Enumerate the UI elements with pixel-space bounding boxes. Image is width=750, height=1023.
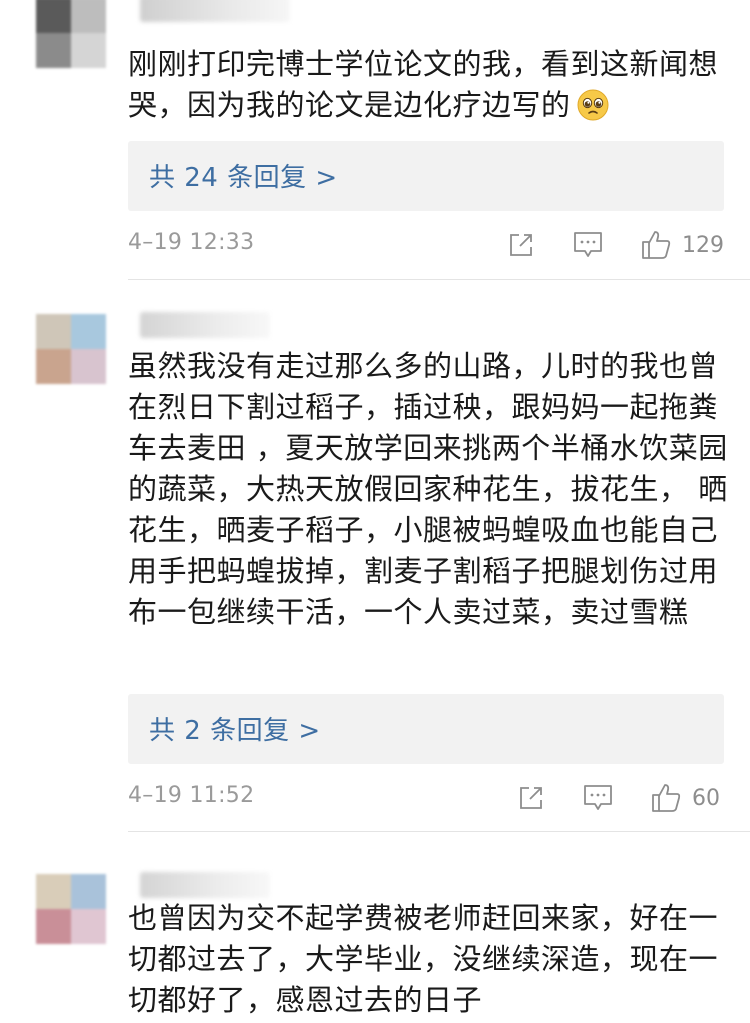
view-replies-button[interactable]: 共 24 条回复 > (128, 141, 724, 211)
comment-icon (584, 785, 612, 810)
comment-body: 刚刚打印完博士学位论文的我，看到这新闻想哭，因为我的论文是边化疗边写的 (128, 47, 719, 122)
like-count: 129 (682, 232, 724, 258)
reply-comment-button[interactable] (572, 227, 604, 263)
username-blurred[interactable] (140, 872, 270, 898)
username-blurred[interactable] (140, 0, 290, 22)
comment-text: 刚刚打印完博士学位论文的我，看到这新闻想哭，因为我的论文是边化疗边写的 (128, 44, 728, 126)
comment-meta: 4–19 12:33 129 (128, 227, 724, 263)
like-button[interactable]: 60 (650, 780, 720, 816)
share-button[interactable] (506, 227, 536, 263)
avatar[interactable] (36, 874, 106, 944)
comment-list: 刚刚打印完博士学位论文的我，看到这新闻想哭，因为我的论文是边化疗边写的 共 24… (0, 0, 750, 1023)
avatar[interactable] (36, 314, 106, 384)
thumbs-up-icon (652, 784, 681, 812)
comment-text: 也曾因为交不起学费被老师赶回来家，好在一切都过去了，大学毕业，没继续深造，现在一… (128, 898, 728, 1021)
comment-item: 也曾因为交不起学费被老师赶回来家，好在一切都过去了，大学毕业，没继续深造，现在一… (0, 832, 750, 1023)
comment-meta: 4–19 11:52 60 (128, 780, 724, 816)
avatar[interactable] (36, 0, 106, 68)
comment-icon (574, 232, 602, 257)
comment-body: 虽然我没有走过那么多的山路，儿时的我也曾在烈日下割过稻子，插过秧，跟妈妈一起拖粪… (128, 349, 728, 629)
share-icon (510, 234, 532, 256)
reply-comment-button[interactable] (582, 780, 614, 816)
view-replies-label[interactable]: 共 2 条回复 > (149, 710, 321, 747)
comment-item: 刚刚打印完博士学位论文的我，看到这新闻想哭，因为我的论文是边化疗边写的 共 24… (0, 0, 750, 280)
thumbs-up-icon (642, 231, 671, 259)
share-icon (520, 787, 542, 809)
comment-timestamp: 4–19 11:52 (128, 783, 255, 808)
pleading-face-emoji (577, 89, 609, 121)
username-blurred[interactable] (140, 312, 270, 338)
comment-timestamp: 4–19 12:33 (128, 230, 255, 255)
view-replies-button[interactable]: 共 2 条回复 > (128, 694, 724, 764)
view-replies-label[interactable]: 共 24 条回复 > (149, 157, 338, 194)
share-button[interactable] (516, 780, 546, 816)
comment-body: 也曾因为交不起学费被老师赶回来家，好在一切都过去了，大学毕业，没继续深造，现在一… (128, 901, 719, 1017)
comment-text: 虽然我没有走过那么多的山路，儿时的我也曾在烈日下割过稻子，插过秧，跟妈妈一起拖粪… (128, 346, 728, 633)
comment-item: 虽然我没有走过那么多的山路，儿时的我也曾在烈日下割过稻子，插过秧，跟妈妈一起拖粪… (0, 280, 750, 832)
like-count: 60 (692, 785, 720, 811)
like-button[interactable]: 129 (640, 227, 724, 263)
